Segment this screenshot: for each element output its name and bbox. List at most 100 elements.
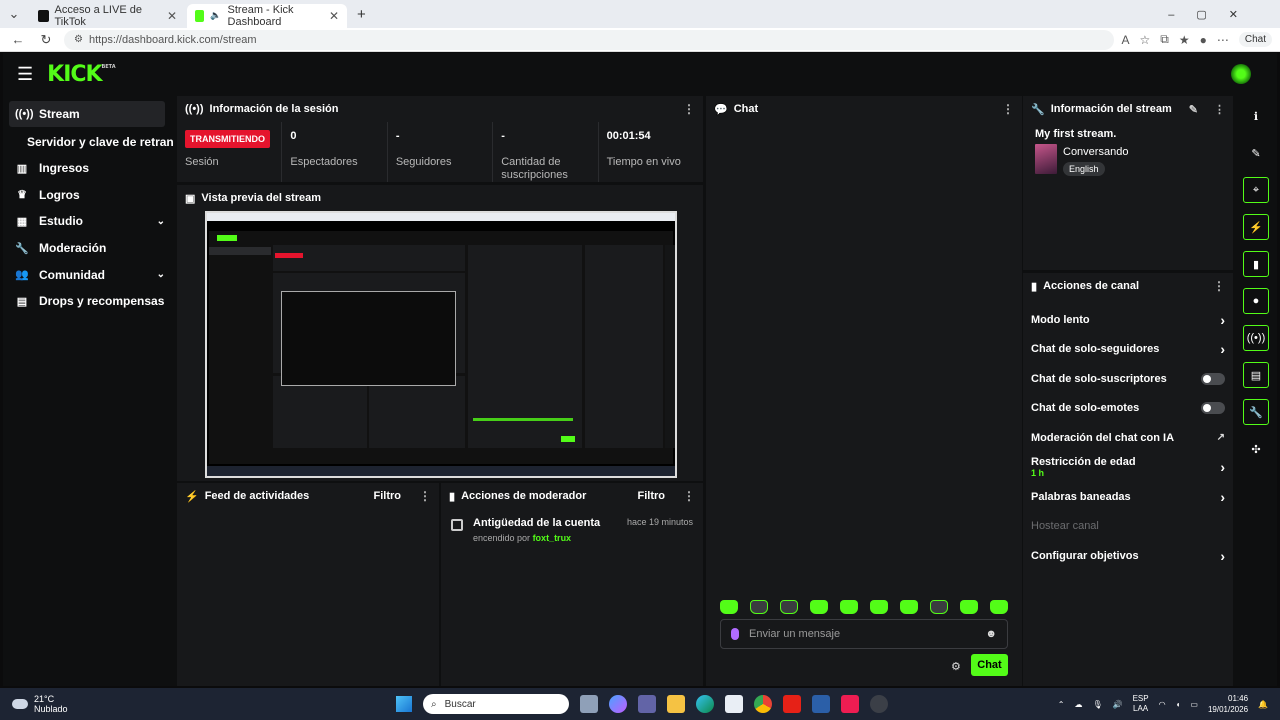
- taskbar-search[interactable]: ⌕ Buscar: [423, 694, 569, 714]
- chrome-icon[interactable]: [754, 695, 772, 713]
- close-tab-icon[interactable]: ✕: [167, 9, 177, 23]
- store-icon[interactable]: [725, 695, 743, 713]
- lightning-icon[interactable]: ⚡: [1243, 214, 1269, 240]
- microphone-icon[interactable]: [731, 628, 739, 640]
- chat-message-input[interactable]: Enviar un mensaje ☻: [720, 619, 1008, 649]
- window-controls[interactable]: –▢✕: [1168, 8, 1260, 21]
- action-configure-goals[interactable]: Configurar objetivos ›: [1023, 541, 1233, 571]
- more-options-icon[interactable]: ⋮: [1002, 102, 1014, 116]
- emote-icon[interactable]: [900, 600, 918, 614]
- close-tab-icon[interactable]: ✕: [329, 9, 339, 23]
- back-icon[interactable]: ←: [8, 32, 28, 47]
- notifications-icon[interactable]: 🔔: [1258, 700, 1268, 709]
- clock[interactable]: 01:46 19/01/2026: [1208, 693, 1248, 715]
- emote-icon[interactable]: [990, 600, 1008, 614]
- chat-icon[interactable]: ●: [1243, 288, 1269, 314]
- emote-icon[interactable]: [930, 600, 948, 614]
- more-icon[interactable]: ⋯: [1217, 33, 1229, 47]
- sidebar-item-server-key[interactable]: Servidor y clave de retransm: [3, 129, 173, 155]
- emote-icon[interactable]: [810, 600, 828, 614]
- wifi-icon[interactable]: ◠: [1159, 700, 1166, 709]
- teams-icon[interactable]: [638, 695, 656, 713]
- tiktok-icon[interactable]: [841, 695, 859, 713]
- chevron-down-icon: ⌄: [156, 215, 165, 227]
- layout-icon[interactable]: ▤: [1243, 362, 1269, 388]
- sidebar-item-comunidad[interactable]: 👥 Comunidad ⌄: [3, 262, 173, 288]
- new-tab-button[interactable]: +: [357, 6, 366, 23]
- action-ai-moderation[interactable]: Moderación del chat con IA ↗: [1023, 423, 1233, 453]
- action-followers-only[interactable]: Chat de solo-seguidores ›: [1023, 335, 1233, 365]
- extensions-icon[interactable]: ⧉: [1160, 32, 1169, 47]
- menu-icon[interactable]: ☰: [17, 64, 33, 85]
- scan-icon[interactable]: ⌖: [1243, 177, 1269, 203]
- youtube-icon[interactable]: [783, 695, 801, 713]
- info-icon[interactable]: ℹ: [1243, 103, 1269, 129]
- speaker-icon[interactable]: 🔊: [1113, 700, 1123, 709]
- action-age-restriction[interactable]: Restricción de edad 1 h ›: [1023, 453, 1233, 483]
- sidebar-item-label: Stream: [39, 107, 80, 121]
- action-slow-mode[interactable]: Modo lento ›: [1023, 305, 1233, 335]
- sidebar-item-moderacion[interactable]: 🔧 Moderación: [3, 235, 173, 261]
- battery-icon[interactable]: ▭: [1190, 700, 1198, 709]
- filter-button[interactable]: Filtro: [374, 490, 402, 502]
- emote-icon[interactable]: [960, 600, 978, 614]
- task-view-icon[interactable]: [580, 695, 598, 713]
- sidebar-item-logros[interactable]: ♛ Logros: [3, 182, 173, 208]
- emote-icon[interactable]: [870, 600, 888, 614]
- site-info-icon[interactable]: ⚙: [74, 34, 83, 45]
- more-options-icon[interactable]: ⋮: [683, 489, 695, 503]
- reload-icon[interactable]: ↻: [36, 32, 56, 48]
- filter-button[interactable]: Filtro: [638, 490, 666, 502]
- tab-list-icon[interactable]: ⌄: [4, 6, 24, 22]
- broadcast-icon[interactable]: ((•)): [1243, 325, 1269, 351]
- clock-date: 19/01/2026: [1207, 705, 1249, 714]
- entry-user[interactable]: foxt_trux: [533, 533, 572, 543]
- more-options-icon[interactable]: ⋮: [419, 489, 431, 503]
- sidebar-item-drops[interactable]: ▤ Drops y recompensas: [3, 288, 173, 314]
- windows-start-icon[interactable]: [396, 696, 412, 712]
- tray-chevron-icon[interactable]: ⌃: [1058, 700, 1065, 709]
- more-options-icon[interactable]: ⋮: [1214, 103, 1225, 116]
- volume-icon[interactable]: ◖: [1176, 700, 1181, 709]
- edge-icon[interactable]: [696, 695, 714, 713]
- url-field[interactable]: ⚙ https://dashboard.kick.com/stream: [64, 29, 1114, 50]
- input-language[interactable]: ESP LAA: [1133, 694, 1149, 714]
- collections-icon[interactable]: ★: [1179, 33, 1190, 47]
- emote-icon[interactable]: [720, 600, 738, 614]
- more-options-icon[interactable]: ⋮: [1213, 279, 1225, 293]
- action-banned-words[interactable]: Palabras baneadas ›: [1023, 482, 1233, 512]
- favorite-icon[interactable]: ☆: [1140, 33, 1151, 47]
- wrench-icon[interactable]: 🔧: [1243, 399, 1269, 425]
- read-aloud-icon[interactable]: A: [1122, 33, 1130, 47]
- file-explorer-icon[interactable]: [667, 695, 685, 713]
- gear-icon[interactable]: ⚙: [951, 660, 961, 673]
- tab-tiktok[interactable]: Acceso a LIVE de TikTok ✕: [30, 4, 185, 28]
- sidebar-item-stream[interactable]: ((•)) Stream: [9, 101, 165, 127]
- emote-icon[interactable]: [840, 600, 858, 614]
- emote-icon[interactable]: [750, 600, 768, 614]
- emote-icon[interactable]: [780, 600, 798, 614]
- edit-icon[interactable]: ✎: [1189, 103, 1198, 116]
- sidebar-item-estudio[interactable]: ▦ Estudio ⌄: [3, 208, 173, 234]
- copilot-icon[interactable]: [609, 695, 627, 713]
- emoji-icon[interactable]: ☻: [985, 628, 997, 640]
- document-icon[interactable]: ▮: [1243, 251, 1269, 277]
- stream-preview-video[interactable]: [205, 211, 677, 478]
- edit-icon[interactable]: ✎: [1243, 140, 1269, 166]
- subscribers-only-toggle[interactable]: [1201, 372, 1225, 385]
- editor-icon[interactable]: [812, 695, 830, 713]
- user-avatar[interactable]: [1231, 64, 1251, 84]
- microphone-icon[interactable]: 🎙: [1092, 700, 1102, 709]
- cloud-sync-icon[interactable]: ☁: [1074, 700, 1082, 709]
- kick-logo[interactable]: KICK BETA: [47, 62, 115, 87]
- weather-widget[interactable]: 21°C Nublado: [12, 694, 68, 714]
- add-widget-icon[interactable]: ✣: [1243, 436, 1269, 462]
- emotes-only-toggle[interactable]: [1201, 402, 1225, 415]
- obs-icon[interactable]: [870, 695, 888, 713]
- sidebar-item-ingresos[interactable]: ▥ Ingresos: [3, 155, 173, 181]
- more-options-icon[interactable]: ⋮: [683, 102, 695, 116]
- send-chat-button[interactable]: Chat: [971, 654, 1008, 676]
- tab-kick-dashboard[interactable]: 🔈 Stream - Kick Dashboard ✕: [187, 4, 347, 28]
- profile-icon[interactable]: ●: [1200, 33, 1207, 47]
- copilot-button[interactable]: Chat: [1238, 32, 1272, 47]
